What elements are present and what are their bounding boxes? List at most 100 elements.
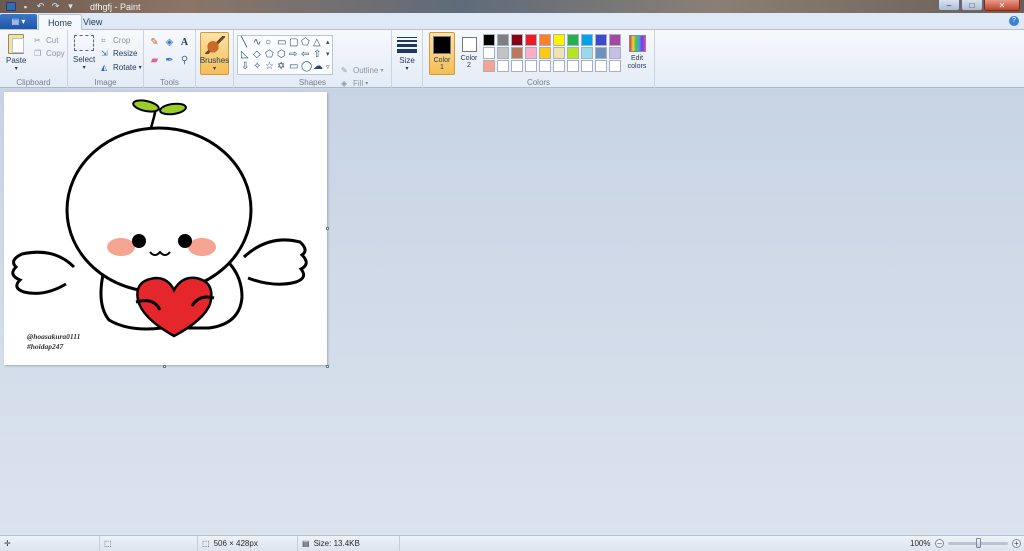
- palette-swatch-8[interactable]: [595, 34, 607, 46]
- paste-button[interactable]: Paste ▾: [6, 34, 26, 72]
- diamond-shape-icon[interactable]: ◇: [253, 50, 261, 60]
- rotate-button[interactable]: ◭ Rotate ▾: [101, 61, 142, 73]
- close-button[interactable]: ✕: [984, 0, 1020, 11]
- five-point-star-shape-icon[interactable]: ☆: [265, 62, 274, 72]
- oval-shape-icon[interactable]: ○: [265, 38, 271, 48]
- palette-swatch-2[interactable]: [511, 34, 523, 46]
- palette-swatch-14[interactable]: [539, 47, 551, 59]
- image-group: Select ▾ ⌗ Crop ⇲ Resize ◭ Rotate ▾ Imag…: [68, 30, 144, 88]
- palette-swatch-27[interactable]: [581, 60, 593, 72]
- palette-swatch-19[interactable]: [609, 47, 621, 59]
- window-title: dfhgfj - Paint: [90, 1, 141, 12]
- palette-swatch-7[interactable]: [581, 34, 593, 46]
- tab-view[interactable]: View: [74, 14, 111, 30]
- palette-swatch-22[interactable]: [511, 60, 523, 72]
- right-triangle-shape-icon[interactable]: ◺: [241, 50, 249, 60]
- palette-swatch-20[interactable]: [483, 60, 495, 72]
- shapes-gallery[interactable]: ╲ ∿ ○ ▭ ▢ ⬠ △ ◺ ◇ ⬠ ⬡ ⇨ ⇦ ⇧ ⇩ ✧ ☆ ✡ ▭ ◯ …: [237, 35, 333, 75]
- zoom-slider-thumb[interactable]: [976, 538, 981, 548]
- pentagon-shape-icon[interactable]: ⬠: [265, 50, 274, 60]
- paint-app-icon[interactable]: [6, 2, 16, 11]
- palette-swatch-25[interactable]: [553, 60, 565, 72]
- color-picker-icon[interactable]: ✒: [163, 54, 176, 66]
- zoom-out-button[interactable]: –: [935, 539, 944, 548]
- palette-swatch-11[interactable]: [497, 47, 509, 59]
- hexagon-shape-icon[interactable]: ⬡: [277, 50, 286, 60]
- palette-swatch-12[interactable]: [511, 47, 523, 59]
- color-2-number: 2: [467, 62, 471, 69]
- drawing-canvas[interactable]: @hoasakura0111 #hoidap247: [4, 92, 327, 365]
- expand-gallery-icon[interactable]: ▿: [326, 63, 330, 73]
- polygon-shape-icon[interactable]: ⬠: [301, 38, 310, 48]
- undo-icon[interactable]: ↶: [35, 1, 46, 12]
- palette-swatch-5[interactable]: [553, 34, 565, 46]
- palette-swatch-29[interactable]: [609, 60, 621, 72]
- rectangle-shape-icon[interactable]: ▭: [277, 38, 286, 48]
- palette-swatch-1[interactable]: [497, 34, 509, 46]
- edit-colors-button[interactable]: Edit colors: [625, 32, 649, 71]
- palette-swatch-10[interactable]: [483, 47, 495, 59]
- fill-bucket-icon[interactable]: ◈: [163, 36, 176, 48]
- four-point-star-shape-icon[interactable]: ✧: [253, 62, 261, 72]
- palette-swatch-18[interactable]: [595, 47, 607, 59]
- redo-icon[interactable]: ↷: [50, 1, 61, 12]
- palette-swatch-21[interactable]: [497, 60, 509, 72]
- palette-swatch-0[interactable]: [483, 34, 495, 46]
- resize-handle-bottom[interactable]: [163, 365, 166, 368]
- six-point-star-shape-icon[interactable]: ✡: [277, 62, 285, 72]
- fill-button[interactable]: ◈ Fill ▾: [341, 77, 368, 89]
- copy-button[interactable]: ❐ Copy: [34, 47, 65, 59]
- resize-button[interactable]: ⇲ Resize: [101, 47, 137, 59]
- up-arrow-shape-icon[interactable]: ⇧: [313, 50, 321, 60]
- size-button[interactable]: Size ▾: [397, 33, 417, 72]
- color-2-button[interactable]: Color 2: [458, 32, 480, 75]
- zoom-in-button[interactable]: +: [1012, 539, 1021, 548]
- minimize-button[interactable]: –: [938, 0, 960, 11]
- palette-swatch-23[interactable]: [525, 60, 537, 72]
- resize-handle-corner[interactable]: [326, 365, 329, 368]
- left-arrow-shape-icon[interactable]: ⇦: [301, 50, 309, 60]
- line-shape-icon[interactable]: ╲: [241, 38, 247, 48]
- callout-cloud-shape-icon[interactable]: ☁: [313, 62, 323, 72]
- cut-button[interactable]: ✂ Cut: [34, 34, 58, 46]
- quick-access-dropdown-icon[interactable]: ▾: [65, 1, 76, 12]
- canvas-workspace[interactable]: @hoasakura0111 #hoidap247: [0, 89, 1024, 535]
- save-icon[interactable]: ▪: [20, 2, 31, 12]
- title-bar: ▪ ↶ ↷ ▾ dfhgfj - Paint – □ ✕: [0, 0, 1024, 13]
- palette-swatch-26[interactable]: [567, 60, 579, 72]
- select-button[interactable]: Select ▾: [73, 35, 95, 71]
- down-arrow-shape-icon[interactable]: ⇩: [241, 62, 249, 72]
- palette-swatch-16[interactable]: [567, 47, 579, 59]
- pencil-icon[interactable]: ✎: [148, 36, 161, 48]
- file-size-icon: ▤: [302, 539, 310, 548]
- palette-swatch-17[interactable]: [581, 47, 593, 59]
- rotate-label: Rotate: [113, 62, 137, 72]
- help-icon[interactable]: ?: [1009, 16, 1019, 26]
- palette-swatch-13[interactable]: [525, 47, 537, 59]
- selection-size-segment: ⬚: [100, 536, 198, 551]
- magnifier-icon[interactable]: ⚲: [178, 54, 191, 66]
- callout-rectangle-shape-icon[interactable]: ▭: [289, 62, 298, 72]
- palette-swatch-15[interactable]: [553, 47, 565, 59]
- palette-swatch-28[interactable]: [595, 60, 607, 72]
- scroll-down-icon[interactable]: ▾: [326, 50, 330, 60]
- text-tool-icon[interactable]: A: [178, 36, 191, 48]
- callout-oval-shape-icon[interactable]: ◯: [301, 62, 312, 72]
- triangle-shape-icon[interactable]: △: [313, 38, 321, 48]
- eraser-icon[interactable]: ▰: [148, 54, 161, 66]
- outline-button[interactable]: ✎ Outline ▾: [341, 64, 383, 76]
- rounded-rectangle-shape-icon[interactable]: ▢: [289, 38, 298, 48]
- palette-swatch-3[interactable]: [525, 34, 537, 46]
- palette-swatch-4[interactable]: [539, 34, 551, 46]
- palette-swatch-24[interactable]: [539, 60, 551, 72]
- paint-menu-button[interactable]: ▤ ▾: [0, 14, 37, 29]
- maximize-button[interactable]: □: [961, 0, 983, 11]
- right-arrow-shape-icon[interactable]: ⇨: [289, 50, 297, 60]
- crop-button[interactable]: ⌗ Crop: [101, 34, 130, 46]
- scroll-up-icon[interactable]: ▴: [326, 38, 330, 48]
- curve-shape-icon[interactable]: ∿: [253, 38, 261, 48]
- palette-swatch-6[interactable]: [567, 34, 579, 46]
- palette-swatch-9[interactable]: [609, 34, 621, 46]
- resize-handle-right[interactable]: [326, 227, 329, 230]
- color-1-button[interactable]: Color 1: [429, 32, 455, 75]
